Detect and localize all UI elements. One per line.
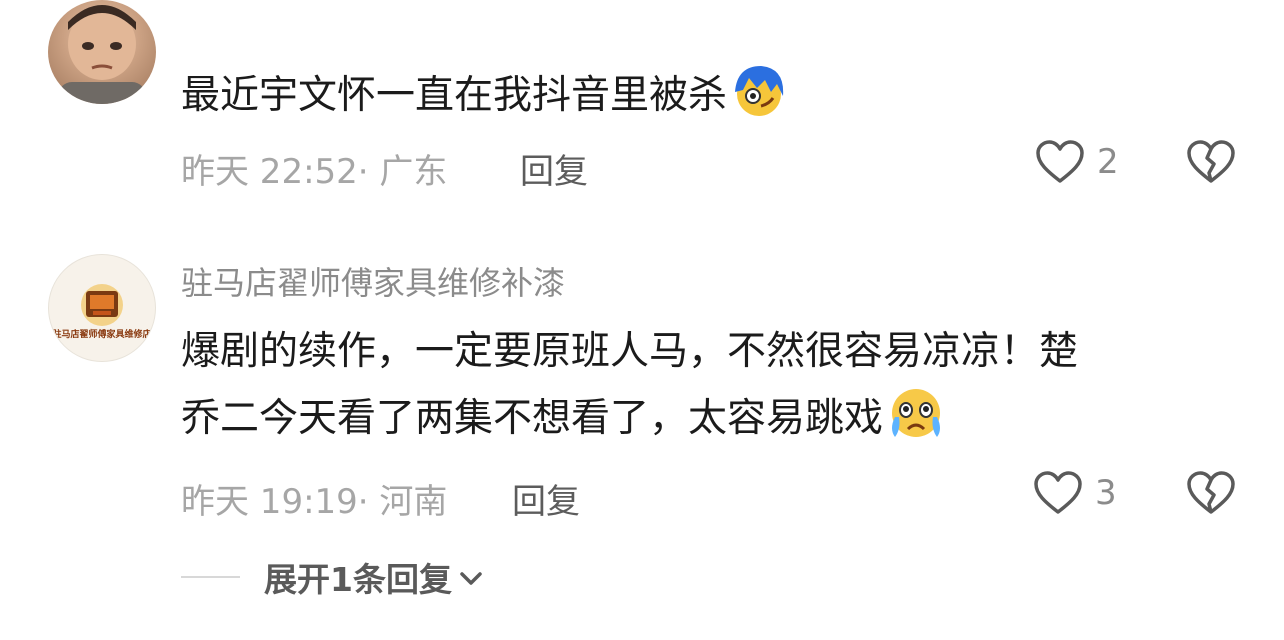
chevron-down-icon bbox=[460, 572, 482, 585]
like-count: 3 bbox=[1095, 473, 1117, 513]
comment-text-line: 乔二今天看了两集不想看了，太容易跳戏 bbox=[181, 396, 884, 441]
broken-heart-icon bbox=[1187, 471, 1235, 514]
reply-button[interactable]: 回复 bbox=[520, 144, 588, 193]
logo-text: 驻马店翟师傅家具维修店 bbox=[52, 328, 151, 340]
like-count: 2 bbox=[1097, 142, 1119, 182]
expand-replies-button[interactable]: 展开1条回复 bbox=[181, 553, 484, 601]
comment-text-line: 最近宇文怀一直在我抖音里被杀 bbox=[181, 73, 728, 118]
heart-icon bbox=[1034, 471, 1082, 514]
avatar[interactable]: 驻马店翟师傅家具维修店 bbox=[48, 254, 156, 362]
comment-text: 爆剧的续作，一定要原班人马，不然很容易凉凉！楚 乔二今天看了两集不想看了，太容易… bbox=[181, 319, 1078, 462]
heart-icon bbox=[1036, 140, 1084, 183]
dislike-button[interactable] bbox=[1186, 471, 1236, 519]
reply-button[interactable]: 回复 bbox=[512, 474, 580, 523]
username[interactable]: 驻马店翟师傅家具维修补漆 bbox=[181, 258, 565, 304]
like-button[interactable]: 3 bbox=[1033, 471, 1117, 515]
divider-line bbox=[181, 576, 240, 578]
dislike-button[interactable] bbox=[1186, 140, 1236, 188]
avatar[interactable] bbox=[48, 0, 156, 104]
comment-text-line: 爆剧的续作，一定要原班人马，不然很容易凉凉！楚 bbox=[181, 329, 1079, 374]
blue-hair-smirk-emoji bbox=[731, 62, 787, 139]
comment-text: 最近宇文怀一直在我抖音里被杀 bbox=[181, 62, 787, 139]
broken-heart-icon bbox=[1187, 140, 1235, 183]
comment-text-line-2: 乔二今天看了两集不想看了，太容易跳戏 bbox=[181, 385, 1078, 462]
crying-face-emoji bbox=[887, 385, 945, 462]
expand-replies-label: 展开1条回复 bbox=[264, 560, 452, 599]
comment-meta: 昨天 19:19· 河南 bbox=[181, 482, 448, 522]
comment-meta: 昨天 22:52· 广东 bbox=[181, 152, 448, 192]
child-avatar-image bbox=[58, 5, 146, 104]
furniture-shop-logo-avatar: 驻马店翟师傅家具维修店 bbox=[52, 284, 152, 340]
like-button[interactable]: 2 bbox=[1035, 140, 1119, 184]
